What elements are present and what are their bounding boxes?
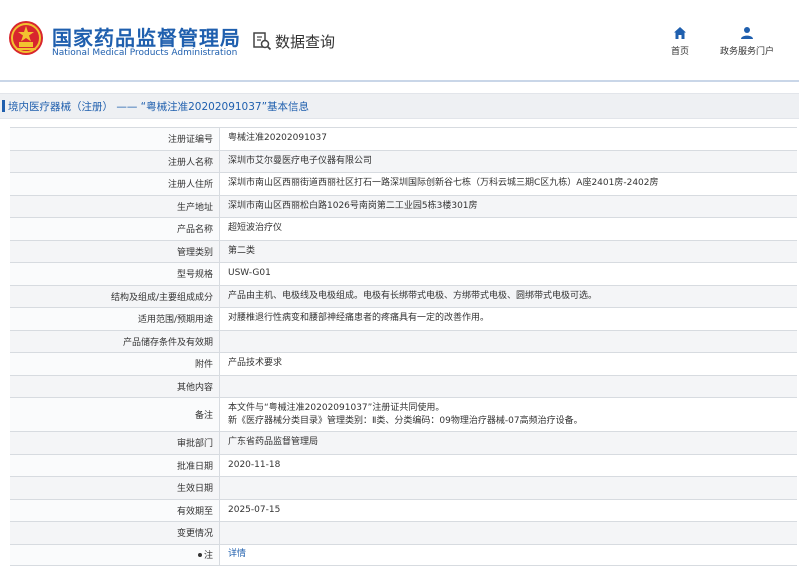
table-row: 备注 本文件与“粤械注准20202091037”注册证共同使用。 新《医疗器械分…	[10, 397, 797, 431]
data-query-label: 数据查询	[275, 32, 336, 51]
field-label: 其他内容	[10, 375, 220, 397]
nav-service-portal[interactable]: 政务服务门户	[712, 26, 782, 57]
table-row: 附件 产品技术要求	[10, 352, 797, 375]
field-value: 本文件与“粤械注准20202091037”注册证共同使用。 新《医疗器械分类目录…	[220, 398, 797, 431]
nav-home[interactable]: 首页	[664, 26, 696, 57]
site-subtitle: National Medical Products Administration	[52, 48, 238, 58]
bullet-icon	[197, 552, 202, 557]
table-row: 生产地址 深圳市南山区西丽松白路1026号南岗第二工业园5栋3楼301房	[10, 194, 797, 217]
breadcrumb-text[interactable]: 境内医疗器械（注册） —— “粤械注准20202091037”基本信息	[8, 99, 309, 114]
table-row: 注册证编号 粤械注准20202091037	[10, 127, 797, 150]
field-label: 注册人住所	[10, 173, 220, 195]
field-value: 广东省药品监督管理局	[220, 432, 797, 454]
field-value: 2020-11-18	[220, 454, 797, 476]
field-label: 结构及组成/主要组成成分	[10, 285, 220, 307]
breadcrumb: 境内医疗器械（注册） —— “粤械注准20202091037”基本信息	[0, 93, 799, 119]
field-value: 第二类	[220, 240, 797, 262]
field-value: 2025-07-15	[220, 499, 797, 521]
field-label: 适用范围/预期用途	[10, 308, 220, 330]
field-label: 备注	[10, 398, 220, 431]
field-label: 产品名称	[10, 218, 220, 240]
site-title[interactable]: 国家药品监督管理局	[52, 22, 241, 51]
table-row: 型号规格 USW-G01	[10, 262, 797, 285]
nav-home-label: 首页	[670, 47, 689, 57]
table-row: 其他内容	[10, 374, 797, 397]
field-label: 批准日期	[10, 454, 220, 476]
field-label: 注册人名称	[10, 150, 220, 172]
user-icon	[741, 27, 753, 39]
table-row: 注册人名称 深圳市艾尔曼医疗电子仪器有限公司	[10, 149, 797, 172]
field-value: 对腰椎退行性病变和腰部神经痛患者的疼痛具有一定的改善作用。	[220, 308, 797, 330]
field-label: 生效日期	[10, 477, 220, 499]
table-row: 管理类别 第二类	[10, 239, 797, 262]
field-label: 注册证编号	[10, 128, 220, 150]
home-icon	[674, 27, 686, 39]
table-row: 变更情况	[10, 521, 797, 544]
table-row: 有效期至 2025-07-15	[10, 498, 797, 521]
field-value: 粤械注准20202091037	[220, 128, 797, 150]
table-row: 产品储存条件及有效期	[10, 329, 797, 352]
remark-line-2: 新《医疗器械分类目录》管理类别：Ⅱ类、分类编码：09物理治疗器械-07高频治疗设…	[228, 415, 583, 426]
field-value	[220, 375, 797, 397]
details-link[interactable]: 详情	[228, 549, 246, 559]
field-label: 管理类别	[10, 240, 220, 262]
header-divider	[0, 80, 799, 82]
table-row: 审批部门 广东省药品监督管理局	[10, 431, 797, 454]
detail-table: 注册证编号 粤械注准20202091037 注册人名称 深圳市艾尔曼医疗电子仪器…	[10, 127, 797, 566]
field-value: 详情	[220, 544, 797, 565]
data-query-link[interactable]: 数据查询	[252, 30, 335, 52]
remark-line-1: 本文件与“粤械注准20202091037”注册证共同使用。	[228, 402, 445, 413]
field-label: 变更情况	[10, 522, 220, 544]
field-value: 产品技术要求	[220, 353, 797, 375]
field-label: 型号规格	[10, 263, 220, 285]
table-row: 注 详情	[10, 543, 797, 566]
table-row: 结构及组成/主要组成成分 产品由主机、电极线及电极组成。电极有长绑带式电极、方绑…	[10, 284, 797, 307]
table-row: 适用范围/预期用途 对腰椎退行性病变和腰部神经痛患者的疼痛具有一定的改善作用。	[10, 307, 797, 330]
field-value	[220, 522, 797, 544]
nav-service-portal-label: 政务服务门户	[719, 47, 774, 57]
field-label: 审批部门	[10, 432, 220, 454]
table-row: 批准日期 2020-11-18	[10, 453, 797, 476]
field-value	[220, 477, 797, 499]
table-row: 注册人住所 深圳市南山区西丽街道西丽社区打石一路深圳国际创新谷七栋（万科云城三期…	[10, 172, 797, 195]
field-value: 深圳市南山区西丽街道西丽社区打石一路深圳国际创新谷七栋（万科云城三期C区九栋）A…	[220, 173, 797, 195]
field-value	[220, 330, 797, 352]
field-value: 超短波治疗仪	[220, 218, 797, 240]
table-row: 产品名称 超短波治疗仪	[10, 217, 797, 240]
field-label: 附件	[10, 353, 220, 375]
site-header: 国家药品监督管理局 National Medical Products Admi…	[0, 0, 799, 80]
field-value: 深圳市南山区西丽松白路1026号南岗第二工业园5栋3楼301房	[220, 195, 797, 217]
field-value: 产品由主机、电极线及电极组成。电极有长绑带式电极、方绑带式电极、圆绑带式电极可选…	[220, 285, 797, 307]
table-row: 生效日期	[10, 476, 797, 499]
national-emblem-icon	[9, 21, 43, 55]
document-search-icon	[253, 32, 272, 51]
field-value: USW-G01	[220, 263, 797, 285]
field-label: 生产地址	[10, 195, 220, 217]
breadcrumb-marker	[2, 100, 5, 112]
field-label: 注	[10, 544, 220, 565]
field-label: 产品储存条件及有效期	[10, 330, 220, 352]
field-value: 深圳市艾尔曼医疗电子仪器有限公司	[220, 150, 797, 172]
field-label: 有效期至	[10, 499, 220, 521]
